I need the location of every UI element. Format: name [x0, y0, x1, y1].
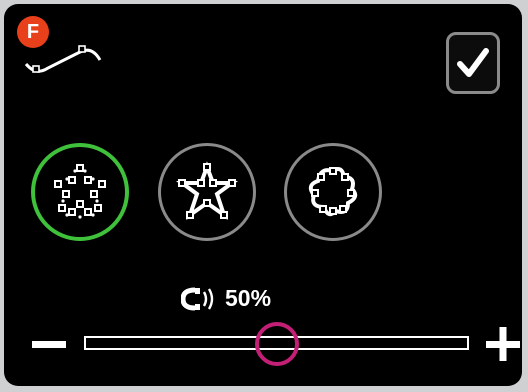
shape-settings-panel: F 50% [4, 4, 522, 386]
density-value: 50% [225, 285, 272, 311]
round-star-icon [54, 164, 106, 219]
flower-icon [308, 167, 358, 217]
checkmark-icon [457, 48, 489, 77]
pointed-star-icon [175, 161, 239, 221]
shape-flower-button[interactable] [284, 143, 382, 241]
stitch-density-icon [181, 287, 214, 310]
density-readout: 50% [181, 285, 271, 312]
density-slider-thumb[interactable] [254, 322, 299, 366]
increase-button[interactable] [486, 324, 522, 364]
shape-pointed-star-button[interactable] [158, 143, 256, 241]
decrease-button[interactable] [32, 324, 68, 364]
badge-label: F [26, 20, 40, 43]
confirm-button[interactable] [446, 32, 500, 94]
shape-round-star-button[interactable] [31, 143, 129, 241]
stitch-curve-icon [24, 45, 102, 73]
